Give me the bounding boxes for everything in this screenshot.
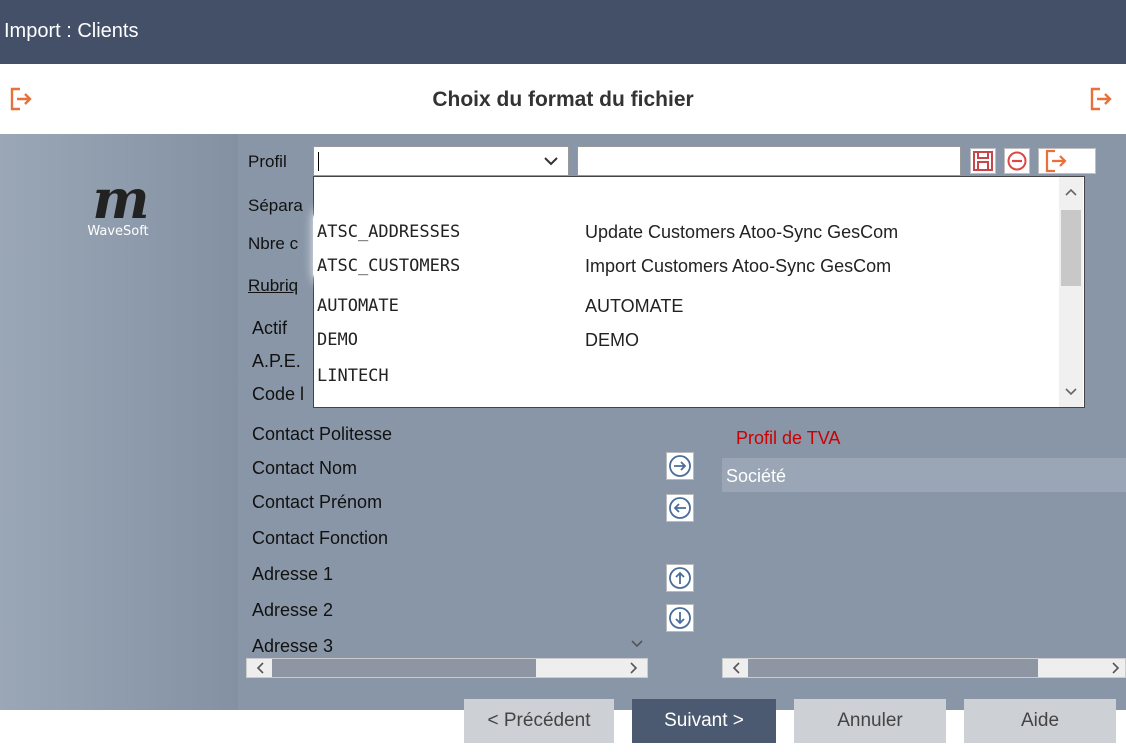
cancel-button[interactable]: Annuler bbox=[794, 699, 946, 743]
selected-item[interactable]: Société bbox=[722, 458, 1126, 492]
chevron-left-icon[interactable] bbox=[251, 659, 271, 677]
chevron-down-icon[interactable] bbox=[1059, 383, 1083, 401]
list-item[interactable]: Actif bbox=[252, 318, 287, 339]
arrow-left-icon bbox=[669, 497, 691, 519]
chevron-right-icon[interactable] bbox=[1105, 659, 1125, 677]
list-item[interactable]: Contact Politesse bbox=[252, 424, 392, 445]
profil-label: Profil bbox=[248, 152, 287, 171]
exit-icon bbox=[1045, 149, 1067, 173]
dropdown-item-code: ATSC_CUSTOMERS bbox=[317, 256, 461, 276]
arrow-down-icon bbox=[669, 607, 691, 629]
list-item[interactable]: A.P.E. bbox=[252, 351, 301, 372]
list-item[interactable]: Adresse 3 bbox=[252, 636, 333, 657]
move-right-button[interactable] bbox=[666, 452, 694, 480]
move-down-button[interactable] bbox=[666, 604, 694, 632]
rubriques-label: Rubriq bbox=[248, 276, 299, 295]
profil-combobox[interactable] bbox=[313, 146, 569, 176]
chevron-down-icon[interactable] bbox=[542, 152, 560, 175]
nbre-label: Nbre c bbox=[248, 234, 299, 253]
chevron-right-icon[interactable] bbox=[623, 659, 643, 677]
dropdown-item-desc: AUTOMATE bbox=[585, 296, 684, 316]
page-title: Choix du format du fichier bbox=[432, 88, 694, 111]
scroll-thumb[interactable] bbox=[1061, 210, 1081, 286]
dropdown-item-code: LINTECH bbox=[317, 366, 389, 386]
dropdown-item-desc: DEMO bbox=[585, 330, 639, 350]
list-item[interactable]: Adresse 1 bbox=[252, 564, 333, 585]
dropdown-items: ATSC_ADDRESSES Update Customers Atoo-Syn… bbox=[313, 176, 1085, 408]
window-title: Import : Clients bbox=[4, 20, 139, 42]
dropdown-item[interactable]: LINTECH bbox=[317, 366, 1057, 396]
remove-icon bbox=[1007, 151, 1027, 171]
dropdown-item-code: AUTOMATE bbox=[317, 296, 399, 316]
save-button[interactable] bbox=[970, 148, 996, 174]
help-button[interactable]: Aide bbox=[964, 699, 1116, 743]
save-icon bbox=[973, 151, 993, 171]
profil-name-field[interactable] bbox=[577, 146, 961, 176]
chevron-left-icon[interactable] bbox=[727, 659, 747, 677]
chevron-up-icon[interactable] bbox=[1059, 183, 1083, 201]
dropdown-item-code: ATSC_ADDRESSES bbox=[317, 222, 461, 242]
logo: m WaveSoft bbox=[58, 172, 178, 239]
exit-icon[interactable] bbox=[1088, 86, 1114, 112]
separateur-label: Sépara bbox=[248, 196, 303, 215]
list-item[interactable]: Contact Fonction bbox=[252, 528, 388, 549]
dropdown-item[interactable]: AUTOMATE AUTOMATE bbox=[317, 296, 1057, 326]
logo-mark: m bbox=[92, 167, 149, 231]
list-item[interactable]: Contact Prénom bbox=[252, 492, 382, 513]
list-item[interactable]: Contact Nom bbox=[252, 458, 357, 479]
dropdown-item[interactable]: ATSC_CUSTOMERS Import Customers Atoo-Syn… bbox=[317, 256, 1057, 286]
move-up-button[interactable] bbox=[666, 564, 694, 592]
arrow-up-icon bbox=[669, 567, 691, 589]
dropdown-item-desc: Import Customers Atoo-Sync GesCom bbox=[585, 256, 892, 276]
arrow-right-icon bbox=[669, 455, 691, 477]
chevron-down-icon[interactable] bbox=[624, 634, 650, 654]
exit-button[interactable] bbox=[1038, 148, 1096, 174]
scroll-thumb[interactable] bbox=[748, 659, 1038, 677]
dropdown-item[interactable]: ATSC_ADDRESSES Update Customers Atoo-Syn… bbox=[317, 222, 1057, 252]
previous-button[interactable]: < Précédent bbox=[464, 699, 614, 743]
profil-tva-label: Profil de TVA bbox=[736, 428, 841, 448]
move-left-button[interactable] bbox=[666, 494, 694, 522]
dropdown-item-code: DEMO bbox=[317, 330, 358, 350]
text-caret bbox=[318, 152, 319, 171]
next-button[interactable]: Suivant > bbox=[632, 699, 776, 743]
list-item[interactable]: Adresse 2 bbox=[252, 600, 333, 621]
list-item[interactable]: Code l bbox=[252, 384, 304, 405]
dropdown-item-desc: Update Customers Atoo-Sync GesCom bbox=[585, 222, 899, 242]
scroll-thumb[interactable] bbox=[272, 659, 536, 677]
remove-button[interactable] bbox=[1004, 148, 1030, 174]
dropdown-item[interactable]: DEMO DEMO bbox=[317, 330, 1057, 360]
logo-text: WaveSoft bbox=[87, 224, 149, 239]
window-title-bar: Import : Clients bbox=[0, 0, 1126, 64]
